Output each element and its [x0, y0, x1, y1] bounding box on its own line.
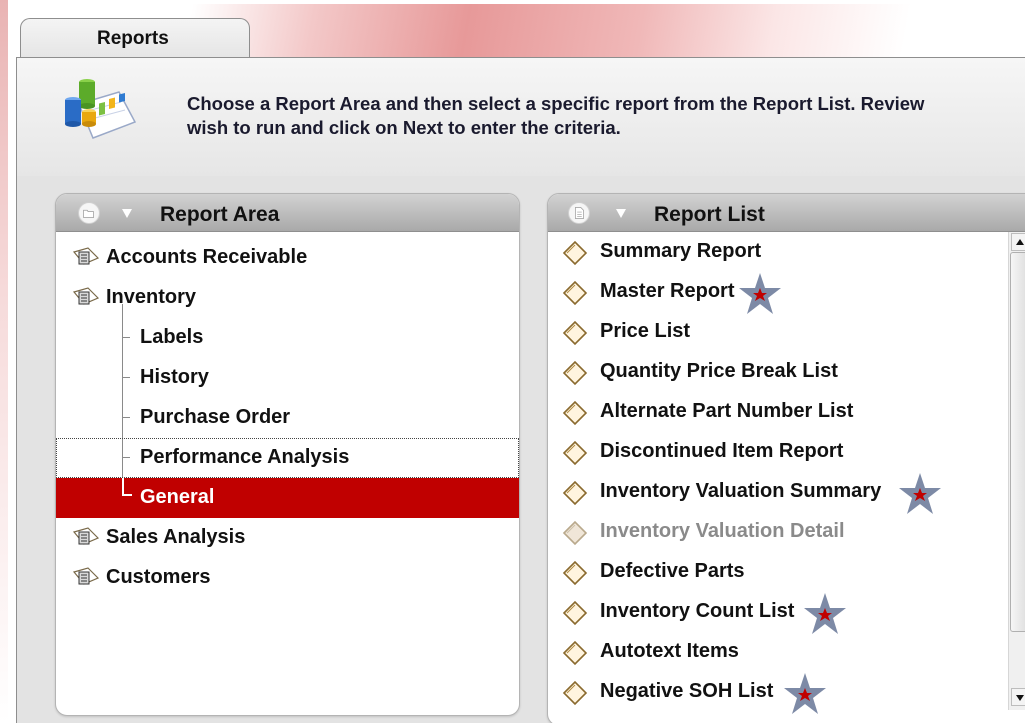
tree-item-label: Sales Analysis [106, 526, 246, 548]
arrow-up-icon [1016, 239, 1024, 245]
report-area-header: Report Area [56, 194, 519, 232]
report-list-item-label: Negative SOH List [600, 680, 774, 702]
report-book-icon [72, 567, 100, 585]
document-icon[interactable] [568, 202, 590, 224]
chevron-down-icon[interactable] [122, 209, 132, 218]
report-doc-icon [562, 480, 588, 506]
tree-item-label: History [140, 366, 209, 388]
tree-branch [122, 377, 130, 378]
tree-branch [122, 457, 130, 458]
report-list-item-label: Price List [600, 320, 691, 342]
window-left-edge [0, 0, 8, 723]
report-area-title: Report Area [160, 203, 280, 226]
scroll-up-button[interactable] [1011, 233, 1025, 251]
report-list-item[interactable]: Quantity Price Break List [548, 352, 1008, 392]
tree-item-sales-analysis[interactable]: Sales Analysis [56, 518, 516, 558]
report-list-item[interactable]: Autotext Items [548, 632, 1008, 672]
report-doc-icon [562, 320, 588, 346]
report-book-icon [72, 527, 100, 545]
report-list-item-label: Autotext Items [600, 640, 739, 662]
folder-icon[interactable] [78, 202, 100, 224]
star-icon [784, 673, 826, 714]
report-list-item[interactable]: Discontinued Item Report [548, 432, 1008, 472]
tree-item-label: General [140, 486, 215, 508]
tree-item-history[interactable]: History [56, 358, 516, 398]
report-list-panel: Report List Summary Report Master Report P… [547, 193, 1025, 723]
report-list-item-label: Alternate Part Number List [600, 400, 854, 422]
report-list-item[interactable]: Price List [548, 312, 1008, 352]
report-book-icon [72, 287, 100, 305]
report-book-icon [72, 247, 100, 265]
star-icon [739, 273, 781, 314]
report-list-item[interactable]: Defective Parts [548, 552, 1008, 592]
tree-item-label: Labels [140, 326, 204, 348]
report-doc-icon [562, 640, 588, 666]
tree-item-purchase-order[interactable]: Purchase Order [56, 398, 516, 438]
tab-reports-label: Reports [97, 28, 169, 49]
tree-branch [122, 417, 130, 418]
report-doc-icon [562, 560, 588, 586]
report-doc-icon [562, 240, 588, 266]
tree-branch [122, 337, 130, 338]
report-list-item[interactable]: Summary Report [548, 232, 1008, 272]
instruction-text: Choose a Report Area and then select a s… [187, 93, 925, 138]
tree-item-label: Purchase Order [140, 406, 291, 428]
tab-reports[interactable]: Reports [20, 18, 250, 62]
report-doc-icon [562, 600, 588, 626]
star-icon [804, 593, 846, 634]
arrow-down-icon [1016, 695, 1024, 701]
report-list-item[interactable]: Alternate Part Number List [548, 392, 1008, 432]
reports-chart-icon [65, 79, 137, 139]
tree-item-label: Customers [106, 566, 211, 588]
report-list-item-label: Discontinued Item Report [600, 440, 844, 462]
tree-item-label: Performance Analysis [140, 446, 350, 468]
report-doc-icon [562, 280, 588, 306]
report-list-item-label: Inventory Valuation Summary [600, 480, 882, 502]
star-icon [899, 473, 941, 514]
report-list-item[interactable]: Inventory Valuation Summary [548, 472, 1008, 514]
reports-window: Reports Choose a Report Area and then se… [8, 4, 1025, 723]
tree-item-general[interactable]: General [56, 478, 516, 518]
report-list-scrollbar[interactable] [1008, 232, 1025, 710]
tree-item-customers[interactable]: Customers [56, 558, 516, 598]
report-doc-icon [562, 520, 588, 546]
scroll-down-button[interactable] [1011, 688, 1025, 706]
tree-item-label: Inventory [106, 286, 197, 308]
scroll-thumb[interactable] [1010, 252, 1025, 632]
report-list-title: Report List [654, 203, 765, 226]
tree-item-accounts-receivable[interactable]: Accounts Receivable [56, 238, 516, 278]
report-list-item[interactable]: Negative SOH List [548, 672, 1008, 714]
report-doc-icon [562, 440, 588, 466]
tree-item-performance-analysis[interactable]: Performance Analysis [56, 438, 516, 478]
tree-branch [122, 478, 132, 496]
report-doc-icon [562, 400, 588, 426]
report-doc-icon [562, 360, 588, 386]
tree-item-inventory[interactable]: Inventory [56, 278, 516, 318]
report-list-item-label: Inventory Count List [600, 600, 795, 622]
report-list-item-label: Master Report [600, 280, 735, 302]
report-list-item-label: Inventory Valuation Detail [600, 520, 845, 542]
tree-item-label: Accounts Receivable [106, 246, 308, 268]
report-list-item-label: Defective Parts [600, 560, 745, 582]
report-list-item[interactable]: Master Report [548, 272, 1008, 314]
report-list-item-label: Quantity Price Break List [600, 360, 838, 382]
report-list-item[interactable]: Inventory Count List [548, 592, 1008, 634]
reports-body: Report Area Accounts Receivable Inventor… [16, 176, 1025, 723]
report-list-item-label: Summary Report [600, 240, 762, 262]
report-list-item: Inventory Valuation Detail [548, 512, 1008, 552]
report-doc-icon [562, 680, 588, 706]
report-area-panel: Report Area Accounts Receivable Inventor… [55, 193, 520, 716]
chevron-down-icon[interactable] [616, 209, 626, 218]
report-list-header: Report List [548, 194, 1025, 232]
tree-item-labels[interactable]: Labels [56, 318, 516, 358]
instructions-header: Choose a Report Area and then select a s… [16, 57, 1025, 177]
